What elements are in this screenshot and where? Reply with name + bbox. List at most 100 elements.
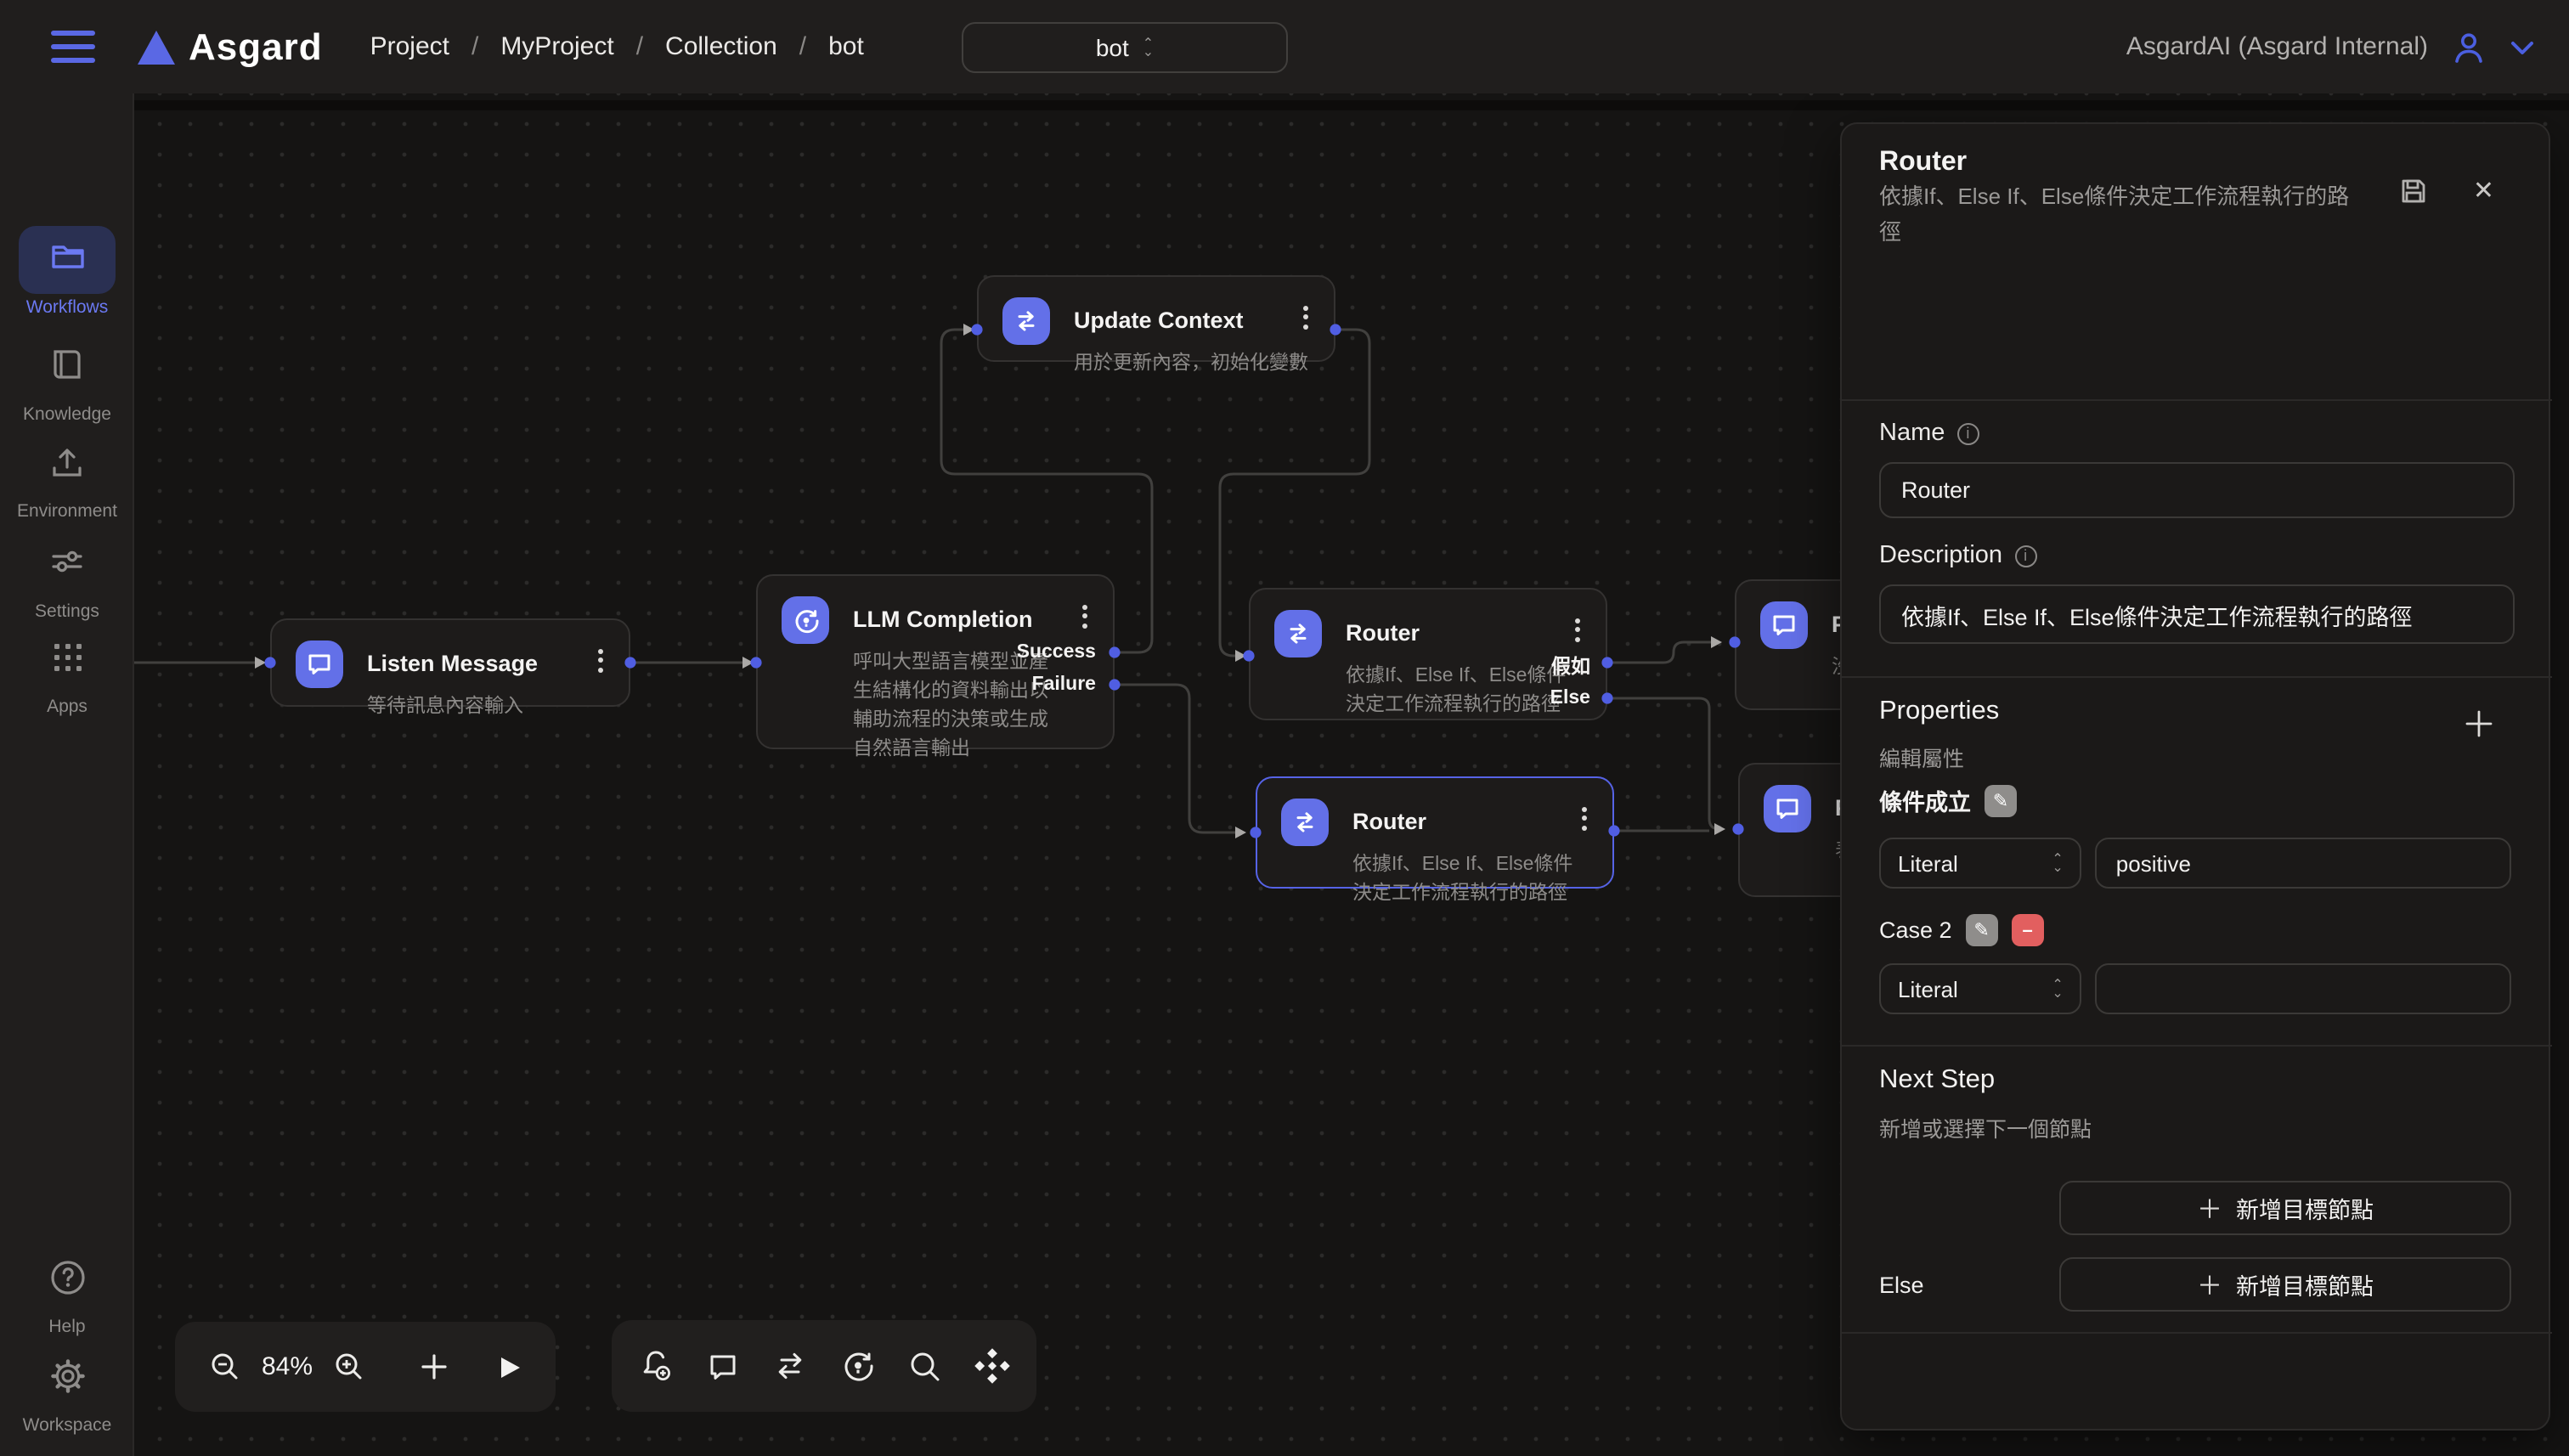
add-target-node-button[interactable]: ＋新增目標節點 xyxy=(2059,1181,2511,1235)
chat-bubble-icon xyxy=(296,641,343,688)
case1-type-select[interactable]: Literal ⌃⌄ xyxy=(1879,838,2082,889)
workflow-selector[interactable]: bot ⌃⌄ xyxy=(962,22,1288,73)
case2-type-select[interactable]: Literal ⌃⌄ xyxy=(1879,963,2082,1014)
llm-cycle-icon[interactable] xyxy=(839,1347,877,1385)
sidebar-item-label: Workflows xyxy=(0,297,134,318)
node-title: Listen Message xyxy=(367,651,538,676)
next-step-title: Next Step xyxy=(1879,1065,2511,1096)
properties-section-subtitle: 編輯屬性 xyxy=(1879,741,2511,773)
asgard-logo-icon xyxy=(138,30,175,64)
chevron-down-icon[interactable] xyxy=(2510,38,2535,55)
menu-icon[interactable] xyxy=(51,31,95,63)
else-branch-label: Else xyxy=(1879,1272,1924,1297)
sidebar-item-label: Settings xyxy=(0,601,134,622)
breadcrumb: Project / MyProject / Collection / bot xyxy=(370,32,864,61)
user-icon[interactable] xyxy=(2448,26,2489,67)
node-menu-button[interactable] xyxy=(1296,301,1313,333)
select-value: Literal xyxy=(1898,850,1958,876)
sidebar-item-help[interactable]: Help xyxy=(0,1257,134,1337)
node-router-2-selected[interactable]: Router 依據If、Else If、Else條件決定工作流程執行的路徑 xyxy=(1256,776,1614,889)
next-step-subtitle: 新增或選擇下一個節點 xyxy=(1879,1111,2511,1143)
workflow-selector-value: bot xyxy=(1096,34,1129,61)
run-workflow-button[interactable] xyxy=(496,1353,523,1380)
node-menu-button[interactable] xyxy=(591,644,608,676)
name-field-label: Name xyxy=(1879,420,1945,447)
app-root: Listen Message 等待訊息內容輸入 LLM Completion 呼… xyxy=(0,0,2569,1456)
sidebar-item-apps[interactable]: Apps xyxy=(0,639,134,717)
remove-case-icon[interactable]: – xyxy=(2012,914,2044,946)
case1-label: 條件成立 xyxy=(1879,783,1971,817)
node-desc: 依據If、Else If、Else條件決定工作流程執行的路徑 xyxy=(1346,663,1570,720)
sidebar-item-label: Apps xyxy=(0,697,134,717)
node-desc: 呼叫大型語言模型並產生結構化的資料輸出以輔助流程的決策或生成自然語言輸出 xyxy=(853,649,1053,765)
chat-bubble-icon xyxy=(1764,785,1811,832)
diamonds-icon[interactable] xyxy=(974,1347,1011,1385)
help-circle-icon xyxy=(47,1257,88,1298)
node-menu-button[interactable] xyxy=(1568,613,1585,646)
node-desc: 等待訊息內容輸入 xyxy=(367,693,605,722)
apps-grid-icon xyxy=(48,639,86,676)
sidebar-item-knowledge[interactable]: Knowledge xyxy=(0,345,134,425)
node-update-context[interactable]: Update Context 用於更新內容，初始化變數 xyxy=(977,275,1335,362)
node-llm-completion[interactable]: LLM Completion 呼叫大型語言模型並產生結構化的資料輸出以輔助流程的… xyxy=(756,574,1115,749)
add-target-node-button-else[interactable]: ＋新增目標節點 xyxy=(2059,1257,2511,1312)
sidebar-item-label: Environment xyxy=(0,501,134,522)
sidebar: Workflows Knowledge Environment Settings xyxy=(0,93,134,1456)
breadcrumb-item-collection[interactable]: Collection xyxy=(665,32,777,61)
node-router-1[interactable]: Router 依據If、Else If、Else條件決定工作流程執行的路徑 假如… xyxy=(1249,588,1607,720)
search-icon[interactable] xyxy=(907,1348,943,1384)
chat-bubble-icon[interactable] xyxy=(705,1348,741,1384)
zoom-in-icon[interactable] xyxy=(333,1351,365,1383)
add-property-icon[interactable] xyxy=(2464,708,2494,739)
sidebar-item-label: Workspace xyxy=(0,1415,134,1436)
node-menu-button[interactable] xyxy=(1575,802,1592,834)
breadcrumb-separator: / xyxy=(636,32,643,61)
output-label-else: Else xyxy=(1550,688,1590,708)
edit-case-icon[interactable]: ✎ xyxy=(1985,784,2017,816)
case2-value-input[interactable] xyxy=(2096,963,2511,1014)
swap-arrows-icon[interactable] xyxy=(771,1347,809,1385)
topbar: Asgard Project / MyProject / Collection … xyxy=(0,0,2569,93)
breadcrumb-item-project[interactable]: Project xyxy=(370,32,449,61)
breadcrumb-item-myproject[interactable]: MyProject xyxy=(500,32,613,61)
info-icon: i xyxy=(2014,545,2036,567)
case2-label: Case 2 xyxy=(1879,917,1952,943)
breadcrumb-separator: / xyxy=(471,32,478,61)
output-label-success: Success xyxy=(1017,642,1096,663)
node-desc: 依據If、Else If、Else條件決定工作流程執行的路徑 xyxy=(1352,851,1577,909)
add-target-node-label: 新增目標節點 xyxy=(2236,1267,2374,1301)
node-menu-button[interactable] xyxy=(1076,600,1093,632)
node-listen-message[interactable]: Listen Message 等待訊息內容輸入 xyxy=(270,618,630,707)
breadcrumb-separator: / xyxy=(799,32,806,61)
chevron-updown-icon: ⌃⌄ xyxy=(2052,854,2063,872)
select-value: Literal xyxy=(1898,976,1958,1002)
sidebar-item-workspace[interactable]: Workspace xyxy=(0,1356,134,1436)
sidebar-item-environment[interactable]: Environment xyxy=(0,443,134,522)
edit-case-icon[interactable]: ✎ xyxy=(1966,914,1998,946)
case1-value-input[interactable] xyxy=(2096,838,2511,889)
node-palette-toolbar xyxy=(612,1320,1036,1412)
sidebar-item-workflows[interactable]: Workflows xyxy=(0,236,134,318)
canvas-scrollbar[interactable] xyxy=(134,100,2569,110)
upload-icon xyxy=(48,443,87,483)
save-icon[interactable] xyxy=(2400,177,2429,206)
close-icon[interactable]: ✕ xyxy=(2473,178,2494,204)
sidebar-item-settings[interactable]: Settings xyxy=(0,542,134,622)
description-input[interactable] xyxy=(1879,584,2515,644)
name-input[interactable] xyxy=(1879,462,2515,518)
add-node-button[interactable] xyxy=(420,1352,449,1381)
node-desc: 用於更新內容，初始化變數 xyxy=(1074,350,1310,379)
gear-icon xyxy=(47,1356,88,1397)
swap-arrows-icon xyxy=(1002,297,1050,345)
swap-arrows-icon xyxy=(1274,610,1322,657)
zoom-out-icon[interactable] xyxy=(209,1351,241,1383)
llm-cycle-icon xyxy=(782,596,829,644)
chevron-updown-icon: ⌃⌄ xyxy=(1143,38,1154,57)
sliders-icon xyxy=(48,542,87,581)
node-title: Router xyxy=(1346,620,1420,646)
sidebar-item-label: Knowledge xyxy=(0,404,134,425)
bell-plus-icon[interactable] xyxy=(637,1347,675,1385)
swap-arrows-icon xyxy=(1281,799,1329,846)
breadcrumb-item-bot[interactable]: bot xyxy=(828,32,864,61)
description-field-label: Description xyxy=(1879,542,2002,569)
